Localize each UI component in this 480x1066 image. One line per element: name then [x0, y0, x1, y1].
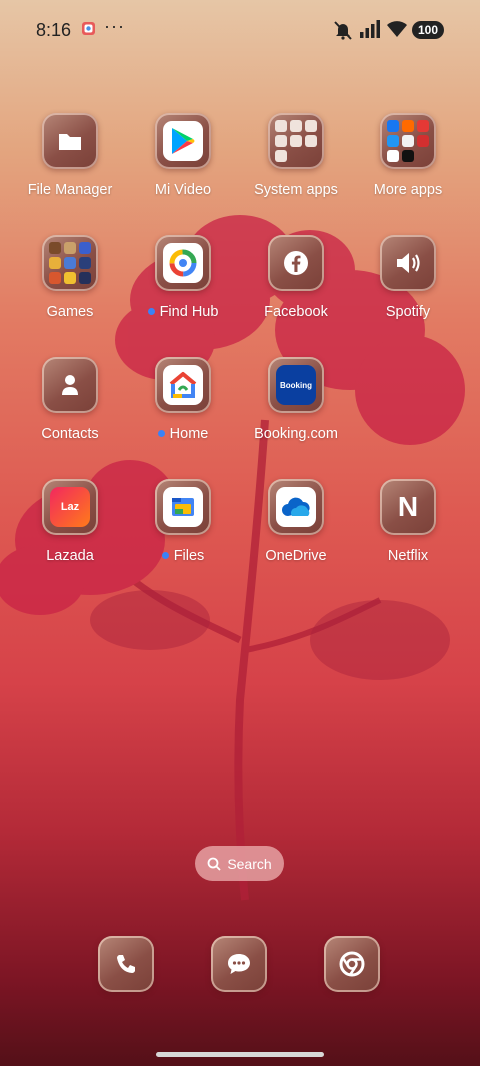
app-label: Files — [173, 548, 205, 564]
facebook-icon — [268, 235, 324, 291]
status-bar: 8:16 ··· 100 — [0, 0, 480, 60]
app-facebook[interactable]: Facebook — [240, 235, 352, 320]
app-label: Contacts — [41, 426, 99, 442]
battery-indicator: 100 — [412, 21, 444, 39]
app-netflix[interactable]: N Netflix — [352, 479, 464, 564]
wifi-icon — [386, 20, 408, 43]
app-label: Find Hub — [159, 304, 219, 320]
new-app-dot — [147, 307, 155, 315]
google-home-icon — [163, 365, 203, 405]
folder-preview-icon — [42, 235, 98, 291]
app-label: More apps — [373, 182, 443, 198]
messages-icon — [211, 936, 267, 992]
folder-more-apps[interactable]: More apps — [352, 113, 464, 198]
onedrive-icon — [276, 487, 316, 527]
app-booking[interactable]: Booking Booking.com — [240, 357, 352, 442]
app-find-hub[interactable]: Find Hub — [127, 235, 239, 320]
app-label: Spotify — [385, 304, 431, 320]
folder-preview-icon — [380, 113, 436, 169]
app-label: OneDrive — [265, 548, 327, 564]
dock-messages[interactable] — [211, 936, 267, 992]
home-gesture-bar[interactable] — [156, 1052, 324, 1057]
netflix-icon: N — [380, 479, 436, 535]
folder-system-apps[interactable]: System apps — [240, 113, 352, 198]
app-label: Netflix — [387, 548, 429, 564]
app-label: Games — [46, 304, 94, 320]
app-label: Mi Video — [154, 182, 212, 198]
search-button[interactable]: Search — [195, 846, 284, 881]
folder-games[interactable]: Games — [14, 235, 126, 320]
status-time: 8:16 — [36, 20, 72, 40]
contacts-icon — [42, 357, 98, 413]
notification-app-icon — [81, 21, 96, 41]
play-store-icon — [163, 121, 203, 161]
more-notifications-icon: ··· — [104, 16, 125, 36]
new-app-dot — [161, 551, 169, 559]
folder-preview-icon — [268, 113, 324, 169]
phone-icon — [98, 936, 154, 992]
new-app-dot — [157, 429, 165, 437]
search-icon — [207, 857, 221, 871]
app-files[interactable]: Files — [127, 479, 239, 564]
chrome-icon — [324, 936, 380, 992]
dock-phone[interactable] — [98, 936, 154, 992]
app-label: File Manager — [27, 182, 113, 198]
lazada-icon: Laz — [50, 487, 90, 527]
app-label: Booking.com — [254, 426, 338, 442]
files-icon — [163, 487, 203, 527]
app-onedrive[interactable]: OneDrive — [240, 479, 352, 564]
app-contacts[interactable]: Contacts — [14, 357, 126, 442]
speaker-icon — [380, 235, 436, 291]
app-mi-video[interactable]: Mi Video — [127, 113, 239, 198]
dock-chrome[interactable] — [324, 936, 380, 992]
signal-icon — [359, 20, 381, 43]
app-home[interactable]: Home — [127, 357, 239, 442]
search-label: Search — [227, 855, 272, 872]
app-file-manager[interactable]: File Manager — [14, 113, 126, 198]
silent-mode-icon — [332, 19, 354, 46]
app-label: Home — [169, 426, 209, 442]
app-lazada[interactable]: Laz Lazada — [14, 479, 126, 564]
booking-icon: Booking — [276, 365, 316, 405]
find-hub-icon — [163, 243, 203, 283]
app-label: System apps — [254, 182, 338, 198]
folder-icon — [42, 113, 98, 169]
app-label: Facebook — [264, 304, 328, 320]
app-label: Lazada — [46, 548, 94, 564]
app-spotify[interactable]: Spotify — [352, 235, 464, 320]
